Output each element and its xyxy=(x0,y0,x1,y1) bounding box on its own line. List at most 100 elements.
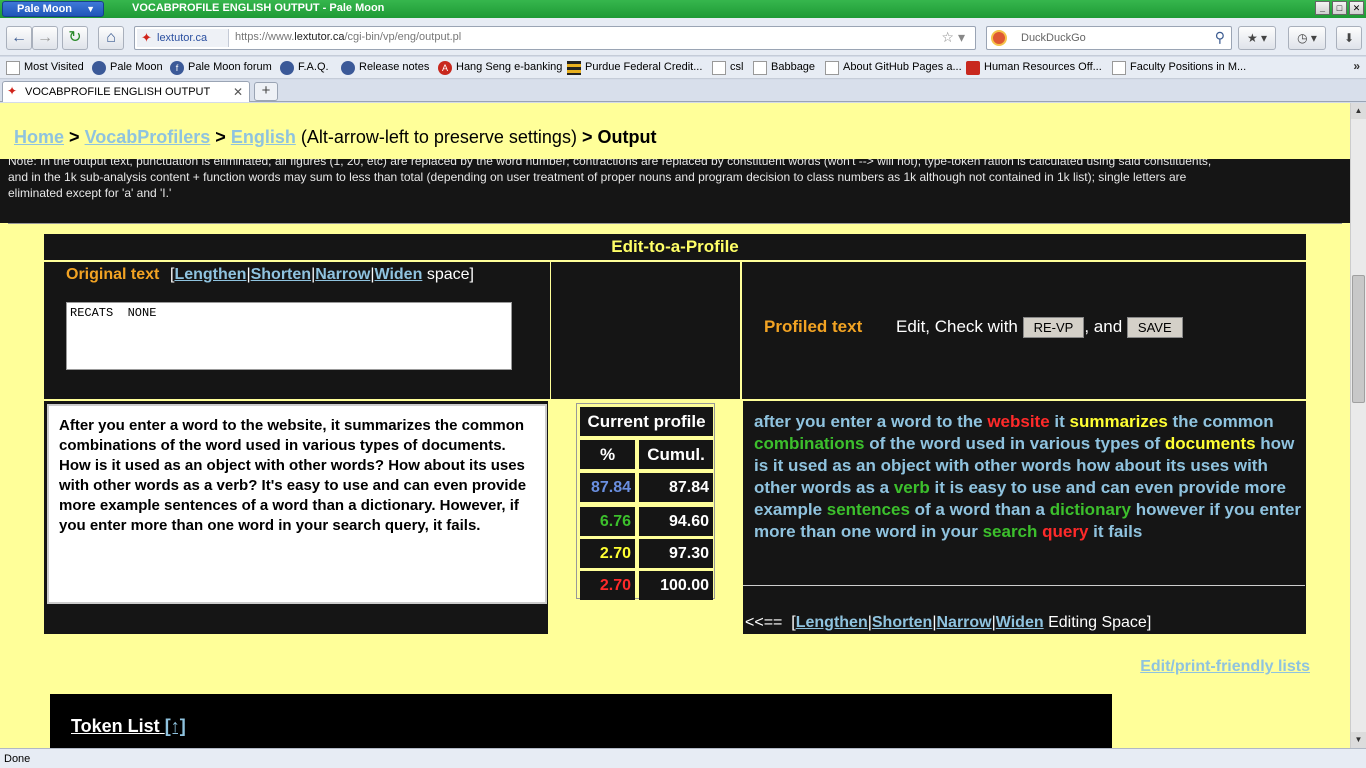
re-vp-button[interactable]: RE-VP xyxy=(1022,317,1085,339)
lengthen-link[interactable]: Lengthen xyxy=(174,266,246,283)
bookmark-label: Hang Seng e-banking xyxy=(456,61,563,73)
bookmark-faq[interactable]: F.A.Q. xyxy=(280,61,329,75)
downloads-button[interactable]: ⬇ xyxy=(1336,26,1362,50)
scroll-up-arrow-icon[interactable]: ▲ xyxy=(1351,103,1366,119)
divider xyxy=(743,585,1305,586)
search-icon[interactable]: ⚲ xyxy=(1215,29,1225,46)
maximize-button[interactable]: □ xyxy=(1332,1,1347,15)
space-label: space xyxy=(426,266,470,283)
current-profile-table: Current profile % Cumul. 87.84 87.84 6.7… xyxy=(576,403,715,600)
bookmark-hang-seng[interactable]: A Hang Seng e-banking xyxy=(438,61,563,75)
tab-vocabprofile[interactable]: ✦ VOCABPROFILE ENGLISH OUTPUT ✕ xyxy=(2,81,250,102)
bookmark-purdue[interactable]: Purdue Federal Credit... xyxy=(567,61,702,75)
page-icon xyxy=(1112,61,1126,75)
search-bar[interactable]: DuckDuckGo ⚲ xyxy=(986,26,1232,50)
token-list-heading: Token List [↑] xyxy=(71,716,186,737)
bank-icon: A xyxy=(438,61,452,75)
empty-cell xyxy=(550,261,741,400)
profiled-word: documents xyxy=(1164,434,1256,453)
profiled-word: search xyxy=(982,522,1038,541)
bookmark-csl[interactable]: csl xyxy=(712,61,743,75)
profiled-word: website xyxy=(987,412,1050,431)
note-panel: Note: In the output text, punctuation is… xyxy=(0,159,1350,223)
lips-icon xyxy=(966,61,980,75)
narrow-link[interactable]: Narrow xyxy=(936,614,991,631)
close-icon[interactable]: ✕ xyxy=(233,85,243,99)
bookmark-label: About GitHub Pages a... xyxy=(843,61,962,73)
url-dropdown-icon[interactable]: ▾ xyxy=(958,29,969,45)
edit-print-friendly-link[interactable]: Edit/print-friendly lists xyxy=(1140,658,1310,676)
profiled-word: sentences xyxy=(826,500,910,519)
bookmark-pale-moon[interactable]: Pale Moon xyxy=(92,61,163,75)
duckduckgo-icon[interactable] xyxy=(991,30,1007,46)
close-window-button[interactable]: ✕ xyxy=(1349,1,1364,15)
breadcrumb-home-link[interactable]: Home xyxy=(14,127,64,147)
back-button[interactable]: ← xyxy=(6,26,32,50)
bookmark-pale-moon-forum[interactable]: f Pale Moon forum xyxy=(170,61,272,75)
profile-cumul-cell: 97.30 xyxy=(639,539,713,568)
search-placeholder: DuckDuckGo xyxy=(1021,32,1086,44)
original-text-cell: Original text [Lengthen|Shorten|Narrow|W… xyxy=(43,261,551,400)
maple-leaf-icon: ✦ xyxy=(141,30,152,45)
maple-leaf-icon: ✦ xyxy=(7,84,18,98)
breadcrumb-vocabprofilers-link[interactable]: VocabProfilers xyxy=(85,127,211,147)
new-tab-button[interactable]: + xyxy=(254,82,278,101)
window-title-bar: Pale Moon ▼ VOCABPROFILE ENGLISH OUTPUT … xyxy=(0,0,1366,18)
tab-title: VOCABPROFILE ENGLISH OUTPUT xyxy=(25,86,211,98)
app-menu-button[interactable]: Pale Moon ▼ xyxy=(2,1,104,17)
note-line: and in the 1k sub-analysis content + fun… xyxy=(8,170,1187,184)
widen-link[interactable]: Widen xyxy=(996,614,1044,631)
moon-icon xyxy=(280,61,294,75)
bookmark-github-pages[interactable]: About GitHub Pages a... xyxy=(825,61,962,75)
download-arrow-icon: ⬇ xyxy=(1343,31,1355,45)
page-icon xyxy=(753,61,767,75)
profiled-text-label: Profiled text xyxy=(764,317,863,336)
url-path: /cgi-bin/vp/eng/output.pl xyxy=(344,31,462,43)
history-button[interactable]: ◷ ▾ xyxy=(1288,26,1326,50)
clock-icon: ◷ ▾ xyxy=(1297,31,1317,45)
scrollbar-thumb[interactable] xyxy=(1352,275,1365,403)
navigation-toolbar: ← → ↻ ⌂ ✦ lextutor.ca https://www.lextut… xyxy=(0,18,1366,56)
stripe-icon xyxy=(567,61,581,75)
plus-icon: + xyxy=(261,82,271,99)
recats-textarea[interactable]: RECATS NONE xyxy=(66,302,512,370)
save-button[interactable]: SAVE xyxy=(1126,317,1183,339)
shorten-link[interactable]: Shorten xyxy=(872,614,932,631)
input-textarea[interactable]: After you enter a word to the website, i… xyxy=(47,404,547,604)
shorten-link[interactable]: Shorten xyxy=(251,266,311,283)
bookmark-faculty-positions[interactable]: Faculty Positions in M... xyxy=(1112,61,1246,75)
profiled-word: after you enter a word to the xyxy=(754,412,988,431)
breadcrumb-english-link[interactable]: English xyxy=(231,127,296,147)
profiled-word: the common xyxy=(1167,412,1274,431)
vertical-scrollbar[interactable]: ▲ ▼ xyxy=(1350,103,1366,748)
token-list-section: Token List [↑] xyxy=(50,694,1112,748)
chevron-down-icon: ▼ xyxy=(86,4,95,14)
chevron-more-icon[interactable]: » xyxy=(1353,59,1360,73)
bookmark-human-resources[interactable]: Human Resources Off... xyxy=(966,61,1102,75)
bookmark-babbage[interactable]: Babbage xyxy=(753,61,815,75)
page-icon xyxy=(825,61,839,75)
page-icon xyxy=(712,61,726,75)
profiled-word: it fails xyxy=(1088,522,1143,541)
url-bar[interactable]: ✦ lextutor.ca https://www.lextutor.ca/cg… xyxy=(134,26,976,50)
scroll-down-arrow-icon[interactable]: ▼ xyxy=(1351,732,1366,748)
bookmark-star-icon[interactable]: ☆ xyxy=(941,29,958,45)
profile-pct-cell: 87.84 xyxy=(580,473,635,502)
reload-button[interactable]: ↻ xyxy=(62,26,88,50)
url-text[interactable]: https://www.lextutor.ca/cgi-bin/vp/eng/o… xyxy=(235,31,461,43)
site-identity-button[interactable]: ✦ lextutor.ca xyxy=(137,29,229,47)
home-button[interactable]: ⌂ xyxy=(98,26,124,50)
token-list-label: Token List xyxy=(71,716,160,736)
profiled-text-header-cell: Profiled text Edit, Check with RE-VP, an… xyxy=(741,261,1307,400)
narrow-link[interactable]: Narrow xyxy=(315,266,370,283)
bookmarks-menu-button[interactable]: ★ ▾ xyxy=(1238,26,1276,50)
back-to-top-link[interactable]: [↑] xyxy=(165,716,186,736)
lengthen-link[interactable]: Lengthen xyxy=(796,614,868,631)
bookmark-release-notes[interactable]: Release notes xyxy=(341,61,429,75)
minimize-button[interactable]: _ xyxy=(1315,1,1330,15)
editing-space-label: Editing Space xyxy=(1048,614,1147,631)
forward-button[interactable]: → xyxy=(32,26,58,50)
bookmark-most-visited[interactable]: Most Visited xyxy=(6,61,84,75)
profiled-text-output: after you enter a word to the website it… xyxy=(754,411,1302,543)
widen-link[interactable]: Widen xyxy=(375,266,423,283)
